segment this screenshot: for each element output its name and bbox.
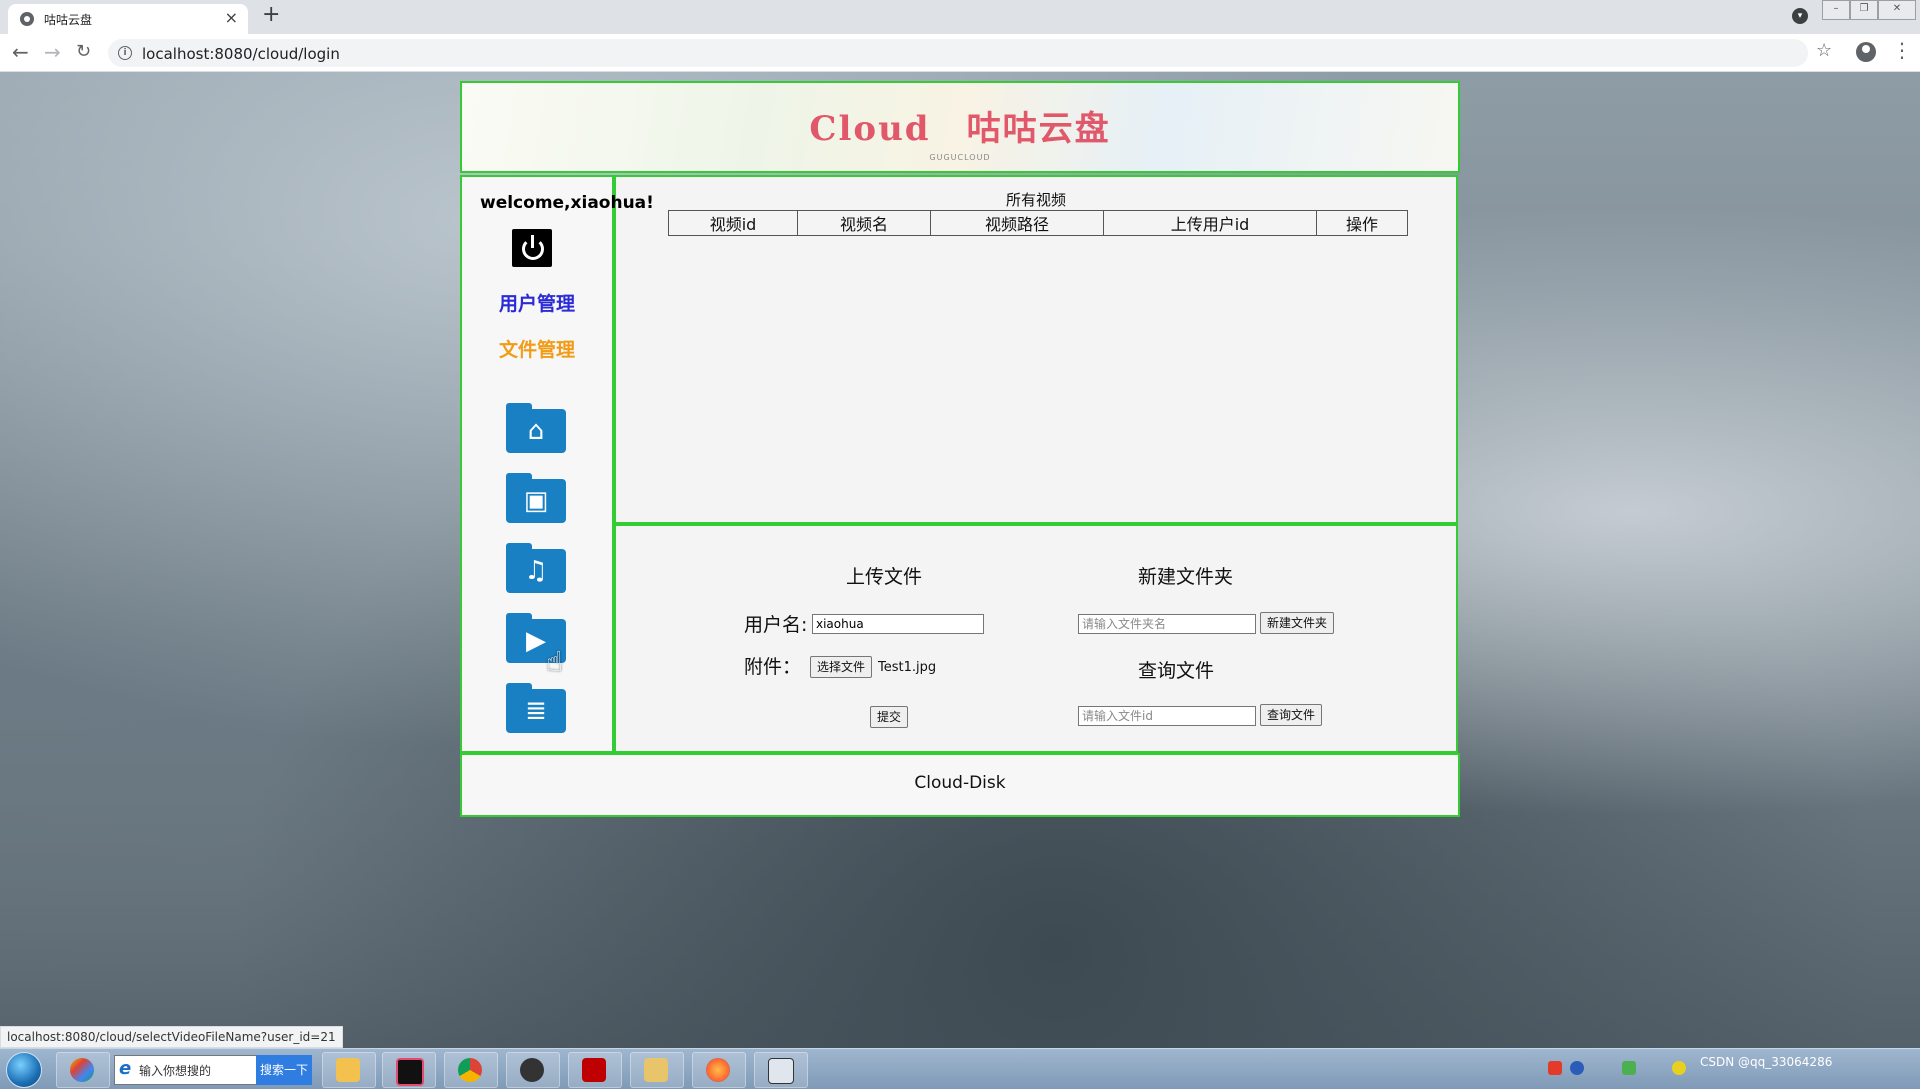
welcome-message: welcome,xiaohua! [480, 193, 654, 213]
ie-icon: e [119, 1058, 132, 1079]
hand-cursor-icon: ☝ [546, 645, 564, 678]
back-arrow-icon[interactable]: ← [12, 40, 29, 64]
taskbar-search-box[interactable]: e 输入你想搜的 [114, 1055, 258, 1085]
tray-watermark-text: CSDN @qq_33064286 [1700, 1055, 1833, 1069]
tab-title: 咕咕云盘 [44, 13, 93, 27]
video-list-panel: 所有视频 视频id 视频名 视频路径 上传用户id 操作 [614, 175, 1458, 524]
query-file-button[interactable]: 查询文件 [1260, 704, 1323, 726]
file-forms-panel: 上传文件 用户名: 附件： 选择文件 Test1.jpg 提交 新建文件夹 新建… [614, 524, 1458, 753]
document-folder-icon[interactable]: ≣ [506, 683, 566, 733]
file-management-link[interactable]: 文件管理 [462, 335, 612, 362]
username-input[interactable] [812, 614, 984, 634]
info-icon[interactable]: i [118, 46, 132, 60]
choose-file-button[interactable]: 选择文件 [810, 656, 873, 678]
browser-toolbar: ← → ↻ i localhost:8080/cloud/login ☆ ⋮ [0, 34, 1920, 72]
close-window-button[interactable]: ✕ [1878, 0, 1916, 20]
ime-tray-icon[interactable] [1548, 1061, 1562, 1075]
penguin-app-icon [520, 1058, 544, 1082]
query-file-section-title: 查询文件 [1138, 660, 1215, 682]
col-actions: 操作 [1316, 210, 1408, 236]
status-bar-url: localhost:8080/cloud/selectVideoFileName… [0, 1026, 343, 1048]
url-text: localhost:8080/cloud/login [142, 45, 340, 63]
globe-icon [20, 12, 34, 26]
site-logo-title: Cloud 咕咕云盘 [809, 109, 1111, 149]
colorful-app-icon [70, 1058, 94, 1082]
image-folder-icon[interactable]: ▣ [506, 473, 566, 523]
home-folder-icon[interactable]: ⌂ [506, 403, 566, 453]
table-header-row: 视频id 视频名 视频路径 上传用户id 操作 [668, 210, 1408, 236]
username-label: 用户名: [744, 614, 808, 636]
file-id-input[interactable] [1078, 706, 1256, 726]
bookmark-star-icon[interactable]: ☆ [1816, 40, 1832, 61]
taskbar-app-tool[interactable] [754, 1052, 808, 1088]
browser-menu-icon[interactable]: ⋮ [1892, 38, 1912, 62]
profile-avatar-icon[interactable] [1856, 42, 1876, 62]
new-tab-button[interactable]: + [262, 2, 280, 27]
taskbar-app-penguin[interactable] [506, 1052, 560, 1088]
taskbar-app-chrome[interactable] [444, 1052, 498, 1088]
browser-tab[interactable]: 咕咕云盘 × [8, 4, 248, 34]
chosen-file-name: Test1.jpg [878, 660, 937, 675]
chrome-icon [458, 1058, 482, 1082]
site-footer: Cloud-Disk [460, 753, 1460, 817]
intellij-icon [396, 1058, 424, 1086]
forward-arrow-icon[interactable]: → [44, 40, 61, 64]
tool-app-icon [768, 1058, 794, 1084]
tab-bar: 咕咕云盘 × + ▾ – ❐ ✕ [0, 0, 1920, 34]
video-table: 视频id 视频名 视频路径 上传用户id 操作 [668, 210, 1408, 236]
folder-app-icon [336, 1058, 360, 1082]
filezilla-icon [582, 1058, 606, 1082]
address-bar[interactable]: i localhost:8080/cloud/login [108, 39, 1808, 67]
maximize-button[interactable]: ❐ [1850, 0, 1878, 20]
site-logo-subtitle: GUGUCLOUD [929, 153, 991, 162]
firefox-icon [706, 1058, 730, 1082]
windows-taskbar: e 输入你想搜的 搜索一下 CSDN @qq_33064286 [0, 1048, 1920, 1089]
col-video-name: 视频名 [797, 210, 931, 236]
video-table-caption: 所有视频 [1005, 191, 1066, 209]
file-manager-icon [644, 1058, 668, 1082]
attachment-label: 附件： [744, 656, 802, 678]
close-tab-icon[interactable]: × [225, 8, 238, 27]
sidebar: welcome,xiaohua! 用户管理 文件管理 ⌂ ▣ ♫ ▶ ≣ ☝ [460, 175, 654, 753]
col-uploader-id: 上传用户id [1103, 210, 1317, 236]
reload-icon[interactable]: ↻ [76, 41, 91, 62]
col-video-path: 视频路径 [930, 210, 1104, 236]
taskbar-app-intellij[interactable] [382, 1052, 436, 1088]
user-management-link[interactable]: 用户管理 [462, 289, 612, 316]
col-video-id: 视频id [668, 210, 798, 236]
submit-upload-button[interactable]: 提交 [870, 706, 909, 728]
battery-tray-icon[interactable] [1622, 1061, 1636, 1075]
network-tray-icon[interactable] [1672, 1061, 1686, 1075]
start-button-icon[interactable] [6, 1052, 42, 1088]
logout-power-icon[interactable] [512, 229, 552, 267]
taskbar-app-explorer[interactable] [322, 1052, 376, 1088]
site-banner: Cloud 咕咕云盘 GUGUCLOUD [460, 81, 1460, 173]
folder-name-input[interactable] [1078, 614, 1256, 634]
upload-section-title: 上传文件 [846, 566, 923, 588]
taskbar-app-files[interactable] [630, 1052, 684, 1088]
taskbar-search-button[interactable]: 搜索一下 [256, 1055, 312, 1085]
taskbar-app-filezilla[interactable] [568, 1052, 622, 1088]
tab-search-icon[interactable]: ▾ [1792, 8, 1808, 24]
minimize-button[interactable]: – [1822, 0, 1850, 20]
taskbar-search-placeholder: 输入你想搜的 [139, 1064, 212, 1078]
footer-text: Cloud-Disk [914, 773, 1006, 793]
create-folder-button[interactable]: 新建文件夹 [1260, 612, 1335, 634]
taskbar-app-colorful[interactable] [56, 1052, 110, 1088]
help-tray-icon[interactable] [1570, 1061, 1584, 1075]
music-folder-icon[interactable]: ♫ [506, 543, 566, 593]
new-folder-section-title: 新建文件夹 [1138, 566, 1234, 588]
taskbar-app-firefox[interactable] [692, 1052, 746, 1088]
